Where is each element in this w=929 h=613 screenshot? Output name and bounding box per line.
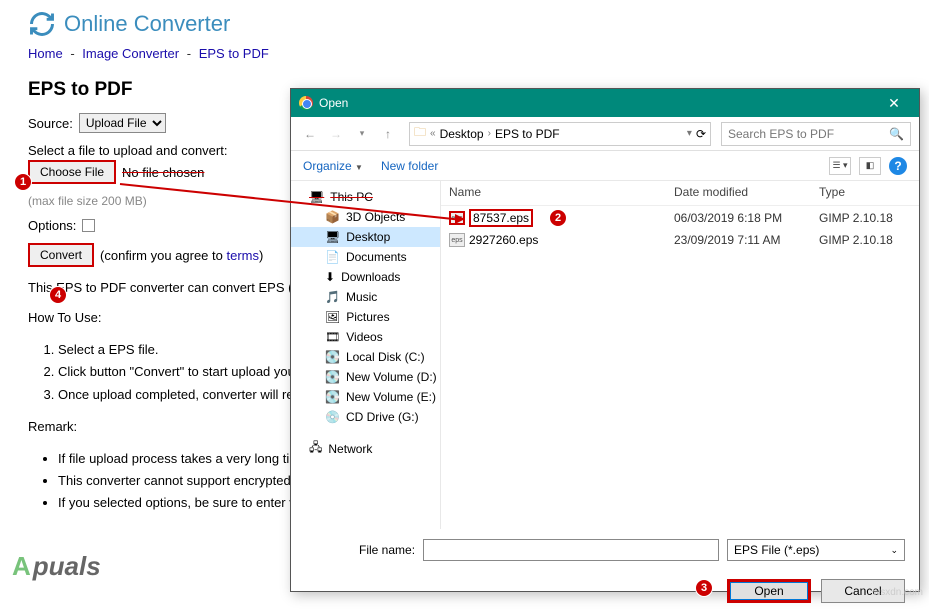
address-bar[interactable]: 🗀 « Desktop › EPS to PDF ▾ ⟳ bbox=[409, 122, 711, 146]
up-icon[interactable]: ↑ bbox=[377, 123, 399, 145]
refresh-address-icon[interactable]: ⟳ bbox=[696, 127, 706, 141]
dialog-titlebar: Open ✕ bbox=[291, 89, 919, 117]
tree-new-volume-e[interactable]: 💽New Volume (E:) bbox=[291, 387, 440, 407]
tree-downloads[interactable]: ⬇Downloads bbox=[291, 267, 440, 287]
dialog-footer: File name: EPS File (*.eps)⌄ 3 Open Canc… bbox=[291, 529, 919, 613]
tree-videos[interactable]: 🎞Videos bbox=[291, 327, 440, 347]
close-icon[interactable]: ✕ bbox=[873, 89, 915, 117]
chrome-icon bbox=[299, 96, 313, 110]
breadcrumb: Home - Image Converter - EPS to PDF bbox=[28, 46, 901, 61]
site-logo: Online Converter bbox=[28, 10, 901, 38]
folder-tree: 🖥This PC 📦3D Objects 🖥Desktop 📄Documents… bbox=[291, 181, 441, 529]
watermark: wsxdn.com bbox=[873, 587, 923, 598]
folder-icon: 🗀 bbox=[414, 123, 426, 144]
dialog-navbar: ← → ▾ ↑ 🗀 « Desktop › EPS to PDF ▾ ⟳ Sea… bbox=[291, 117, 919, 151]
select-file-label: Select a file to upload and convert: bbox=[28, 143, 227, 158]
file-row[interactable]: eps87537.eps 06/03/2019 6:18 PM GIMP 2.1… bbox=[441, 206, 919, 230]
annotation-2: 2 bbox=[549, 209, 567, 227]
new-folder-button[interactable]: New folder bbox=[381, 159, 438, 173]
apuals-logo: Apuals bbox=[12, 551, 101, 582]
breadcrumb-eps-to-pdf[interactable]: EPS to PDF bbox=[199, 46, 269, 61]
convert-button[interactable]: Convert bbox=[28, 243, 94, 267]
breadcrumb-image-converter[interactable]: Image Converter bbox=[82, 46, 179, 61]
annotation-4: 4 bbox=[49, 286, 67, 304]
search-icon: 🔍 bbox=[889, 127, 904, 141]
eps-file-icon: eps bbox=[449, 233, 465, 247]
tree-documents[interactable]: 📄Documents bbox=[291, 247, 440, 267]
options-checkbox[interactable] bbox=[82, 219, 95, 232]
breadcrumb-home[interactable]: Home bbox=[28, 46, 63, 61]
confirm-text: (confirm you agree to terms) bbox=[100, 248, 263, 263]
dialog-toolbar: Organize ▼ New folder ☰ ▾ ◧ ? bbox=[291, 151, 919, 181]
annotation-1: 1 bbox=[14, 173, 32, 191]
tree-pictures[interactable]: 🖼Pictures bbox=[291, 307, 440, 327]
source-label: Source: bbox=[28, 116, 73, 131]
view-mode-icon[interactable]: ☰ ▾ bbox=[829, 157, 851, 175]
file-list-header: Name Date modified Type bbox=[441, 181, 919, 206]
open-button[interactable]: Open bbox=[727, 579, 811, 603]
open-file-dialog: Open ✕ ← → ▾ ↑ 🗀 « Desktop › EPS to PDF … bbox=[290, 88, 920, 592]
no-file-text: No file chosen bbox=[122, 165, 204, 180]
logo-text: Online Converter bbox=[64, 11, 230, 37]
options-label: Options: bbox=[28, 218, 76, 233]
help-icon[interactable]: ? bbox=[889, 157, 907, 175]
source-select[interactable]: Upload File bbox=[79, 113, 166, 133]
tree-local-disk-c[interactable]: 💽Local Disk (C:) bbox=[291, 347, 440, 367]
file-list: Name Date modified Type eps87537.eps 06/… bbox=[441, 181, 919, 529]
choose-file-button[interactable]: Choose File bbox=[28, 160, 116, 184]
column-name[interactable]: Name bbox=[449, 185, 674, 199]
column-date[interactable]: Date modified bbox=[674, 185, 819, 199]
tree-cd-drive-g[interactable]: 💿CD Drive (G:) bbox=[291, 407, 440, 427]
organize-menu[interactable]: Organize ▼ bbox=[303, 159, 363, 173]
tree-network[interactable]: 🖧Network bbox=[291, 435, 440, 462]
terms-link[interactable]: terms bbox=[226, 248, 259, 263]
recent-icon[interactable]: ▾ bbox=[351, 123, 373, 145]
dialog-title: Open bbox=[319, 96, 348, 110]
preview-pane-icon[interactable]: ◧ bbox=[859, 157, 881, 175]
file-row[interactable]: eps2927260.eps 23/09/2019 7:11 AM GIMP 2… bbox=[441, 230, 919, 250]
max-size-hint: (max file size 200 MB) bbox=[28, 194, 147, 208]
annotation-3: 3 bbox=[695, 579, 713, 597]
tree-music[interactable]: 🎵Music bbox=[291, 287, 440, 307]
back-icon[interactable]: ← bbox=[299, 123, 321, 145]
arrow-head-icon bbox=[455, 214, 465, 224]
search-input[interactable]: Search EPS to PDF 🔍 bbox=[721, 122, 911, 146]
column-type[interactable]: Type bbox=[819, 185, 919, 199]
tree-new-volume-d[interactable]: 💽New Volume (D:) bbox=[291, 367, 440, 387]
file-type-select[interactable]: EPS File (*.eps)⌄ bbox=[727, 539, 905, 561]
refresh-icon bbox=[28, 10, 56, 38]
file-name-input[interactable] bbox=[423, 539, 719, 561]
tree-desktop[interactable]: 🖥Desktop bbox=[291, 227, 440, 247]
file-name-label: File name: bbox=[359, 543, 415, 557]
forward-icon[interactable]: → bbox=[325, 123, 347, 145]
